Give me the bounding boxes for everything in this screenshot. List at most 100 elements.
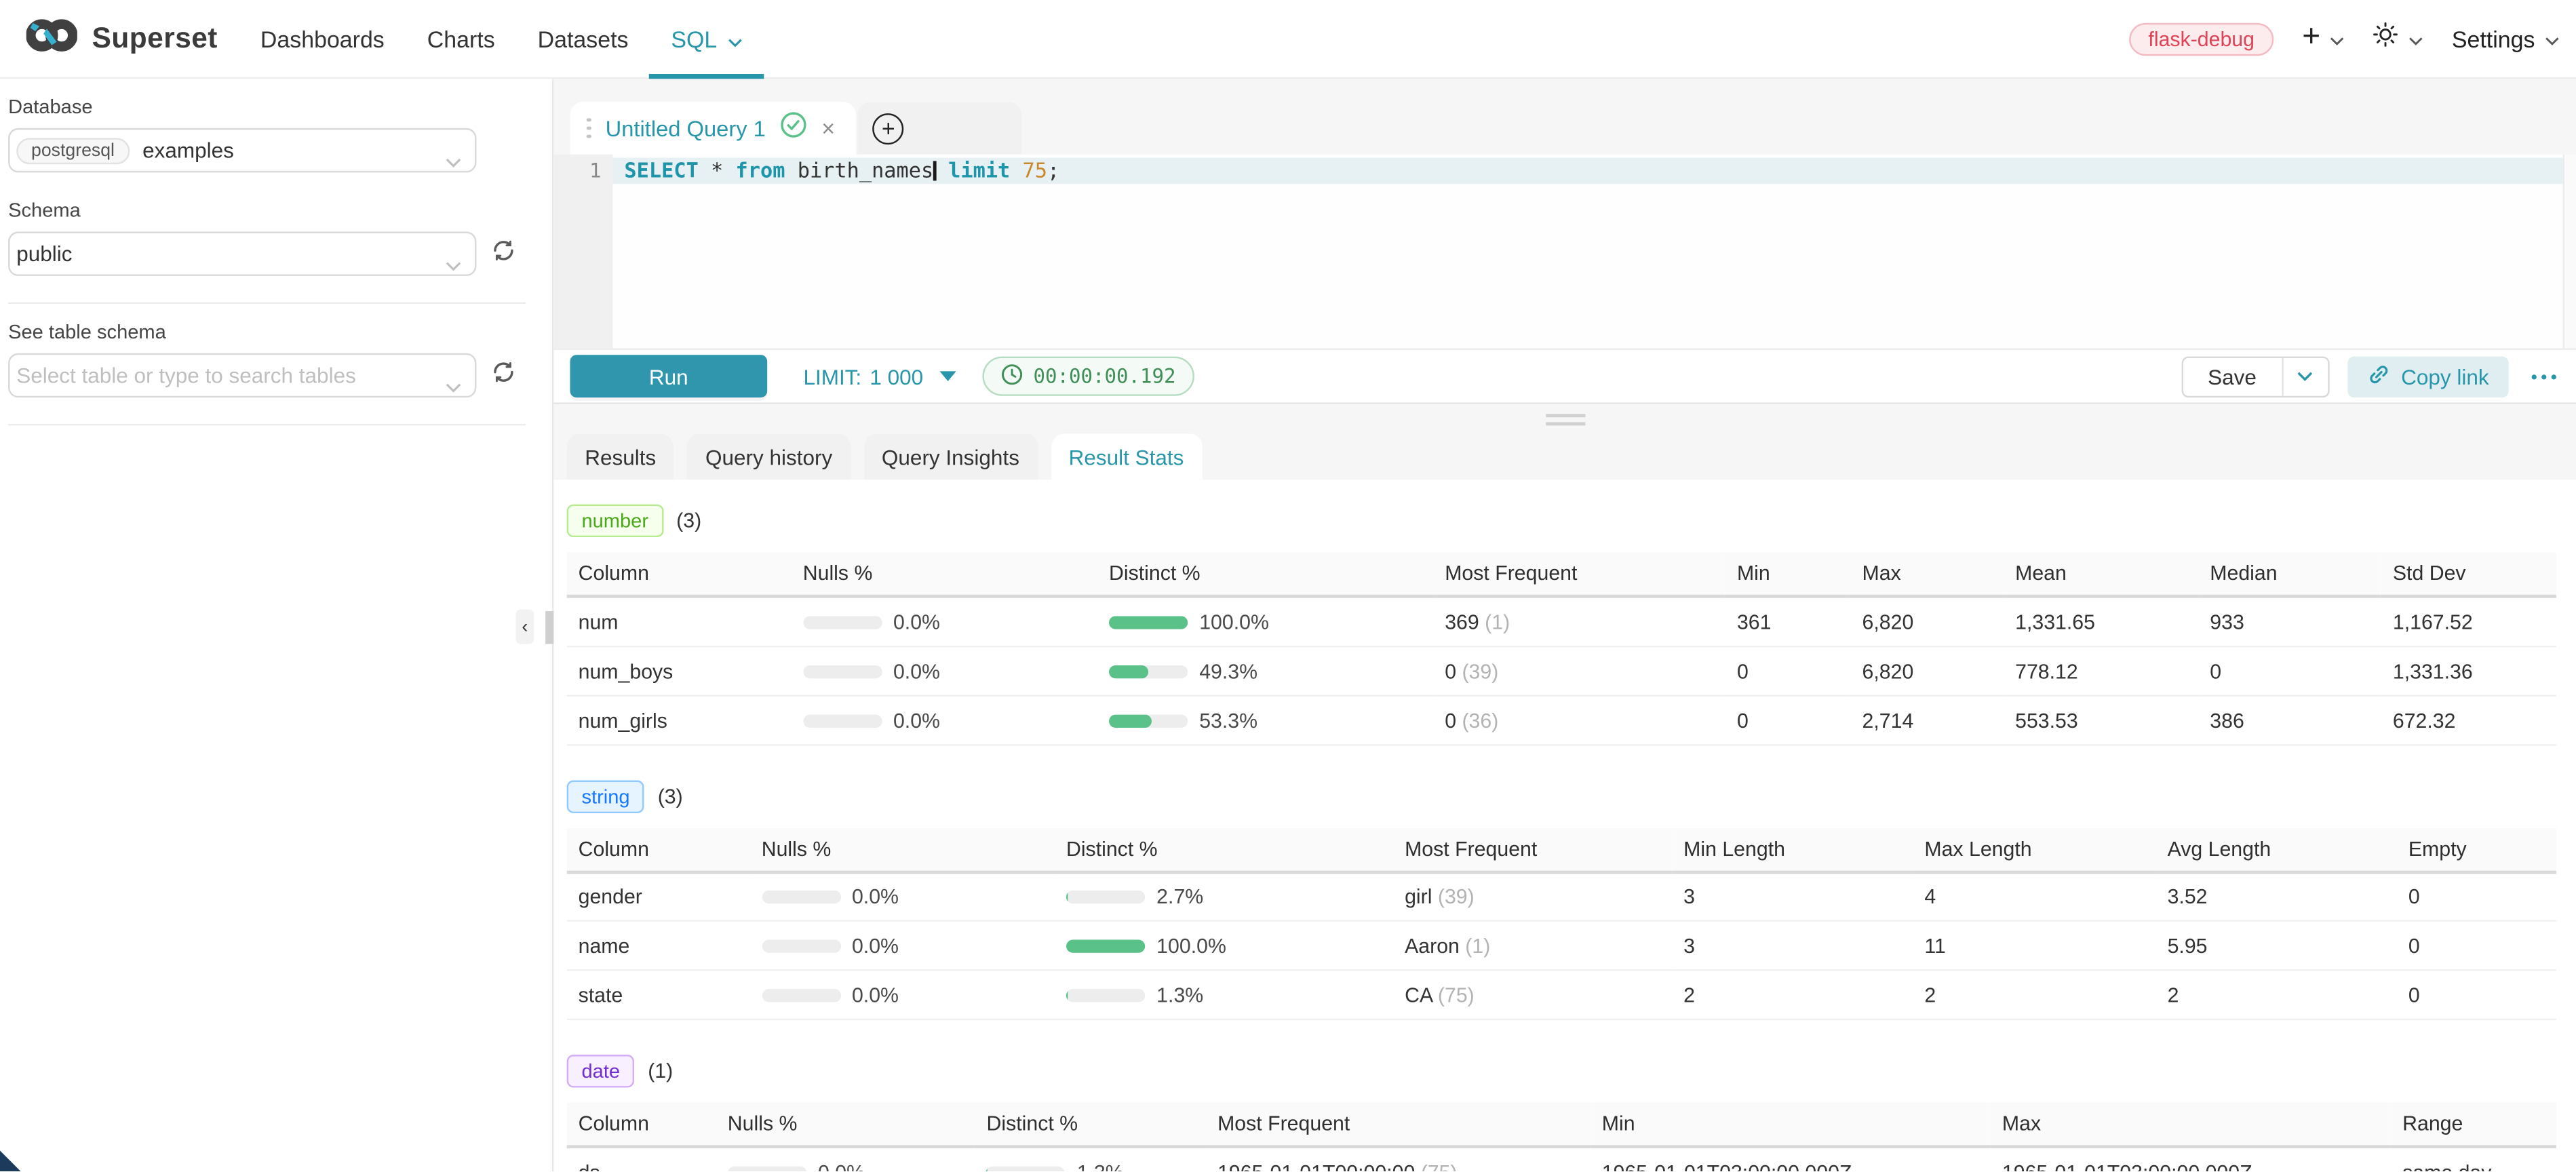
column-header: Distinct % bbox=[1097, 552, 1433, 596]
sql-lab-main: Untitled Query 1 × + 1 SELECT * from bir… bbox=[553, 79, 2576, 1172]
distinct-cell: 100.0% bbox=[1097, 596, 1433, 646]
chevron-down-icon bbox=[445, 250, 461, 279]
most-frequent-count: (39) bbox=[1432, 886, 1474, 909]
query-tab[interactable]: Untitled Query 1 × bbox=[570, 102, 857, 155]
type-badge-row: date(1) bbox=[567, 1055, 2556, 1087]
distinct-bar-track bbox=[1109, 665, 1188, 678]
sidebar-divider bbox=[8, 302, 526, 304]
schema-select[interactable]: public bbox=[8, 232, 476, 276]
stats-section-date: date(1) ColumnNulls %Distinct %Most Frequ… bbox=[567, 1055, 2556, 1172]
refresh-schemas-icon[interactable] bbox=[491, 237, 515, 270]
close-tab-icon[interactable]: × bbox=[821, 117, 835, 140]
most-frequent-cell: 0 (36) bbox=[1433, 695, 1725, 745]
tab-query-history[interactable]: Query history bbox=[687, 433, 851, 480]
superset-logo[interactable]: Superset bbox=[26, 17, 218, 60]
nulls-bar: 0.0% bbox=[762, 886, 1042, 909]
more-actions-icon[interactable] bbox=[2532, 374, 2556, 378]
save-options-caret[interactable] bbox=[2283, 357, 2327, 395]
nulls-cell: 0.0% bbox=[792, 646, 1097, 695]
type-badge-string: string bbox=[567, 779, 645, 812]
most-frequent-value: 0 bbox=[1445, 660, 1456, 683]
chevron-down-icon bbox=[727, 26, 742, 52]
tab-query-insights[interactable]: Query Insights bbox=[863, 433, 1037, 480]
nav-item-datasets[interactable]: Datasets bbox=[516, 0, 650, 78]
column-name-cell: name bbox=[567, 921, 750, 971]
editor-code-area[interactable]: SELECT * from birth_names limit 75; bbox=[612, 155, 2576, 349]
limit-label: LIMIT: bbox=[803, 364, 861, 389]
most-frequent-value: 369 bbox=[1445, 610, 1479, 633]
stat-value-cell: 672.32 bbox=[2381, 695, 2556, 745]
stat-value-cell: 3.52 bbox=[2156, 872, 2397, 921]
nulls-bar-track bbox=[762, 939, 840, 952]
sql-token: from bbox=[736, 158, 785, 182]
save-button[interactable]: Save bbox=[2183, 357, 2283, 395]
chevron-down-icon bbox=[2330, 24, 2345, 54]
stat-value-cell: 0 bbox=[1725, 695, 1851, 745]
copy-link-button[interactable]: Copy link bbox=[2347, 355, 2509, 397]
distinct-bar: 49.3% bbox=[1109, 660, 1420, 683]
table-schema-label: See table schema bbox=[8, 320, 542, 343]
theme-toggle[interactable] bbox=[2373, 21, 2424, 56]
nav-item-sql[interactable]: SQL bbox=[650, 0, 763, 78]
stat-value-cell: 0 bbox=[2397, 970, 2556, 1019]
database-engine-tag: postgresql bbox=[16, 137, 130, 163]
table-header-row: ColumnNulls %Distinct %Most FrequentMin … bbox=[567, 827, 2556, 872]
distinct-bar: 100.0% bbox=[1066, 935, 1380, 958]
stats-table-date: ColumnNulls %Distinct %Most FrequentMinM… bbox=[567, 1102, 2556, 1172]
run-button[interactable]: Run bbox=[570, 355, 768, 397]
tab-result-stats[interactable]: Result Stats bbox=[1051, 433, 1202, 480]
most-frequent-cell: 369 (1) bbox=[1433, 596, 1725, 646]
tab-results[interactable]: Results bbox=[567, 433, 674, 480]
sql-editor[interactable]: 1 SELECT * from birth_names limit 75; bbox=[553, 155, 2576, 349]
nulls-bar: 0.0% bbox=[728, 1161, 962, 1172]
query-tabstrip: Untitled Query 1 × + bbox=[553, 79, 2576, 154]
clock-icon bbox=[1000, 362, 1023, 390]
splitter-drag-handle[interactable] bbox=[1545, 414, 1584, 430]
table-header-row: ColumnNulls %Distinct %Most FrequentMinM… bbox=[567, 552, 2556, 596]
column-header: Most Frequent bbox=[1433, 552, 1725, 596]
nav-item-dashboards[interactable]: Dashboards bbox=[239, 0, 406, 78]
column-header: Max Length bbox=[1913, 827, 2155, 872]
distinct-bar: 53.3% bbox=[1109, 709, 1420, 732]
stat-value-cell: 1,331.36 bbox=[2381, 646, 2556, 695]
new-query-tab-button[interactable]: + bbox=[873, 113, 904, 144]
nulls-bar: 0.0% bbox=[803, 660, 1085, 683]
refresh-tables-icon[interactable] bbox=[491, 359, 515, 391]
most-frequent-value: girl bbox=[1405, 886, 1432, 909]
settings-menu[interactable]: Settings bbox=[2452, 24, 2560, 54]
new-item-menu[interactable]: + bbox=[2302, 24, 2345, 54]
limit-dropdown[interactable]: LIMIT: 1 000 bbox=[803, 364, 956, 389]
sidebar-divider bbox=[8, 424, 526, 425]
distinct-bar-label: 2.7% bbox=[1156, 886, 1203, 909]
most-frequent-cell: CA (75) bbox=[1393, 970, 1672, 1019]
sql-token: SELECT bbox=[624, 158, 698, 182]
distinct-bar-label: 100.0% bbox=[1156, 935, 1226, 958]
nav-item-charts[interactable]: Charts bbox=[406, 0, 516, 78]
database-select[interactable]: postgresql examples bbox=[8, 128, 476, 172]
collapse-sidebar-button[interactable]: ‹ bbox=[516, 610, 534, 644]
column-header: Nulls % bbox=[750, 827, 1055, 872]
sidebar-scrollbar-thumb[interactable] bbox=[545, 611, 553, 644]
elapsed-time: 00:00:00.192 bbox=[1033, 365, 1175, 388]
top-navbar: Superset Dashboards Charts Datasets SQL … bbox=[0, 0, 2576, 79]
sql-token bbox=[723, 158, 735, 182]
stat-value-cell: 2 bbox=[1913, 970, 2155, 1019]
main-nav: Dashboards Charts Datasets SQL bbox=[239, 0, 763, 78]
environment-badge: flask-debug bbox=[2128, 22, 2274, 55]
nulls-bar: 0.0% bbox=[803, 610, 1085, 633]
editor-scrollbar[interactable] bbox=[2563, 155, 2576, 349]
most-frequent-cell: girl (39) bbox=[1393, 872, 1672, 921]
column-header: Median bbox=[2198, 552, 2381, 596]
superset-app: Superset Dashboards Charts Datasets SQL … bbox=[0, 0, 2576, 1172]
nulls-bar-label: 0.0% bbox=[893, 660, 940, 683]
distinct-bar-fill bbox=[986, 1166, 987, 1172]
column-name-cell: num_boys bbox=[567, 646, 792, 695]
table-select[interactable]: Select table or type to search tables bbox=[8, 353, 476, 397]
distinct-bar-fill bbox=[1109, 714, 1151, 726]
column-header: Mean bbox=[2004, 552, 2198, 596]
caret-down-icon bbox=[939, 371, 956, 381]
distinct-bar-track bbox=[1109, 616, 1188, 629]
nulls-bar-label: 0.0% bbox=[852, 984, 899, 1007]
column-header: Nulls % bbox=[716, 1102, 975, 1146]
table-row: num0.0%100.0%369 (1)3616,8201,331.659331… bbox=[567, 596, 2556, 646]
